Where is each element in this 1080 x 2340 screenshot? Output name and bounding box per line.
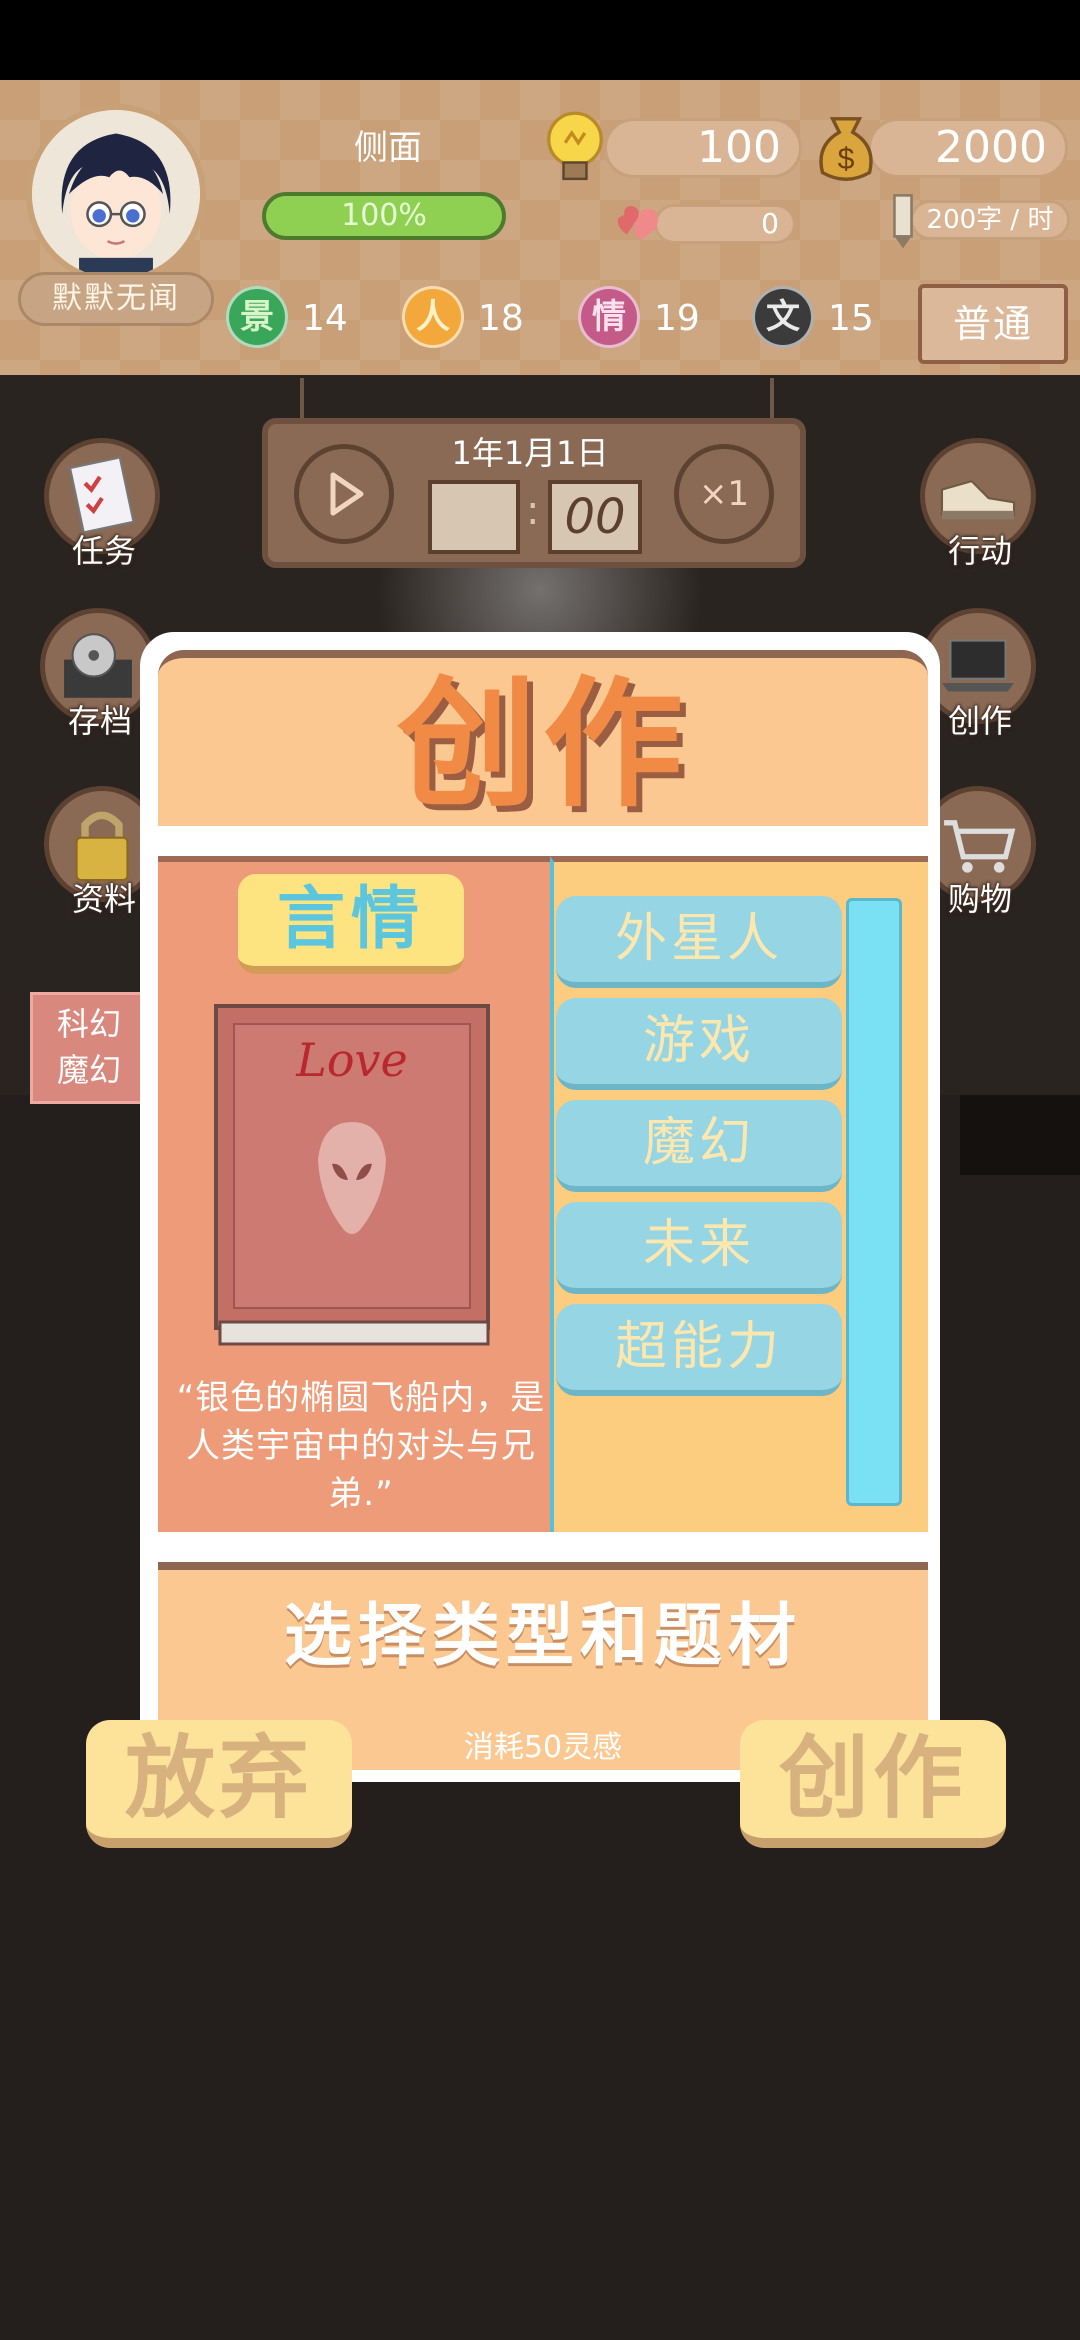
stat-writing: 文 15 — [752, 286, 882, 352]
genre-tag-line2: 魔幻 — [56, 1051, 121, 1089]
stat-person-value: 18 — [478, 298, 524, 339]
pencil-icon — [893, 194, 913, 249]
avatar-portrait-icon — [32, 110, 200, 278]
stat-emotion-value: 19 — [654, 298, 700, 339]
topic-button-fantasy[interactable]: 魔幻 — [556, 1100, 842, 1192]
stat-person: 人 18 — [402, 286, 532, 352]
person-badge-icon: 人 — [402, 286, 464, 348]
topic-button-aliens[interactable]: 外星人 — [556, 896, 842, 988]
side-button-tasks[interactable]: 任务 — [44, 438, 164, 570]
side-button-action[interactable]: 行动 — [920, 438, 1040, 570]
selection-prompt: 选择类型和题材 — [283, 1597, 802, 1676]
stat-emotion: 情 19 — [578, 286, 708, 352]
clock-hour — [428, 480, 520, 554]
writing-badge-icon: 文 — [752, 286, 814, 348]
speed-button[interactable]: ×1 — [674, 444, 774, 544]
difficulty-mode-button[interactable]: 普通 — [918, 284, 1068, 364]
hearts-icon — [617, 206, 659, 241]
lightbulb-icon — [547, 111, 603, 181]
avatar[interactable] — [26, 104, 206, 284]
book-cover-title: Love — [295, 1033, 407, 1087]
hearts-value: 0 — [654, 204, 796, 244]
inspiration-value: 100 — [604, 118, 802, 178]
stat-writing-value: 15 — [828, 298, 874, 339]
progress-text: 100% — [341, 198, 427, 233]
current-genre-tag[interactable]: 科幻 魔幻 — [30, 992, 148, 1104]
dialog-divider-bottom — [158, 1532, 928, 1562]
book-quote: “银色的椭圆飞船内，是人类宇宙中的对头与兄弟.” — [176, 1378, 546, 1514]
view-toggle-label[interactable]: 侧面 — [344, 120, 432, 169]
side-label-action: 行动 — [947, 532, 1012, 570]
dialog-divider — [158, 826, 928, 856]
stamina-progress-bar: 100% — [262, 192, 506, 240]
topic-scrollbar[interactable] — [846, 898, 902, 1506]
topic-button-superpower[interactable]: 超能力 — [556, 1304, 842, 1396]
dialog-title: 创作 — [396, 664, 689, 827]
give-up-button[interactable]: 放弃 — [86, 1720, 352, 1848]
emotion-badge-icon: 情 — [578, 286, 640, 348]
clock-colon: : — [526, 488, 540, 534]
status-bar — [0, 0, 1080, 80]
side-label-tasks: 任务 — [71, 532, 136, 570]
play-button[interactable] — [294, 444, 394, 544]
word-rate-value: 200字 / 时 — [910, 200, 1070, 240]
stat-scene-value: 14 — [302, 298, 348, 339]
svg-text:$: $ — [838, 143, 855, 176]
scene-badge-icon: 景 — [226, 286, 288, 348]
player-name: 默默无闻 — [18, 272, 214, 326]
genre-tag-line1: 科幻 — [56, 1005, 121, 1043]
topic-button-games[interactable]: 游戏 — [556, 998, 842, 1090]
money-value: 2000 — [868, 118, 1068, 178]
genre-selector-button[interactable]: 言情 — [238, 874, 464, 974]
clock-date: 1年1月1日 — [451, 434, 609, 472]
money-bag-icon: $ — [819, 117, 873, 181]
stat-scene: 景 14 — [226, 286, 356, 352]
clock-minute: 00 — [548, 480, 642, 554]
create-button[interactable]: 创作 — [740, 1720, 1006, 1848]
book-cover-icon: Love — [214, 1004, 490, 1346]
topic-button-future[interactable]: 未来 — [556, 1202, 842, 1294]
play-icon — [330, 472, 364, 516]
room-shadow — [960, 1095, 1080, 1175]
